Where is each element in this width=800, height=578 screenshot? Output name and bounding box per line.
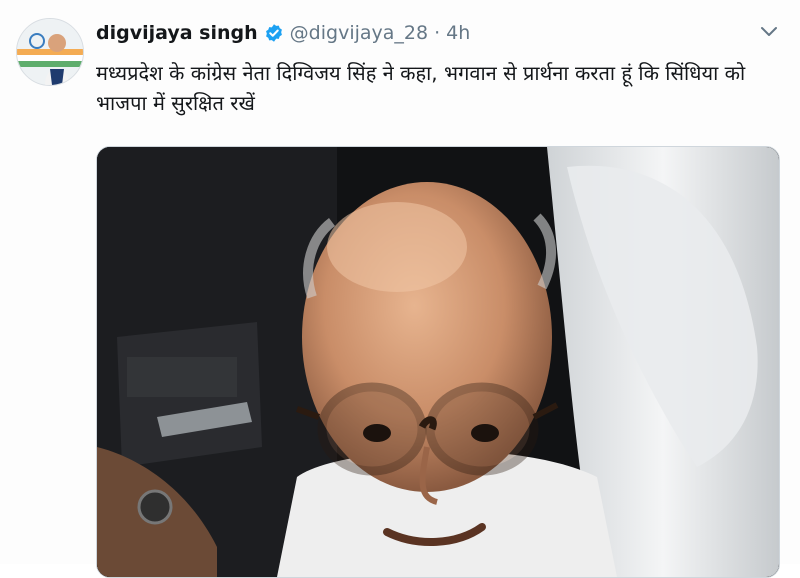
author-name[interactable]: digvijaya singh [96, 22, 258, 44]
tweet-menu-chevron-down-icon[interactable] [760, 24, 778, 38]
verified-badge-icon [264, 23, 284, 43]
author-handle[interactable]: @digvijaya_28 [290, 22, 428, 44]
tweet-media-photo[interactable] [96, 146, 780, 578]
tweet-text: मध्यप्रदेश के कांग्रेस नेता दिग्विजय सिं… [96, 61, 746, 115]
tweet-timestamp[interactable]: 4h [446, 22, 470, 44]
avatar-photo-icon [17, 19, 83, 85]
tweet-card[interactable]: digvijaya singh @digvijaya_28 · 4h मध्यप… [0, 0, 800, 578]
author-avatar[interactable] [16, 18, 84, 86]
man-with-glasses-photo-icon [97, 147, 779, 577]
header-separator: · [434, 22, 441, 44]
tweet-header: digvijaya singh @digvijaya_28 · 4h [96, 22, 470, 44]
